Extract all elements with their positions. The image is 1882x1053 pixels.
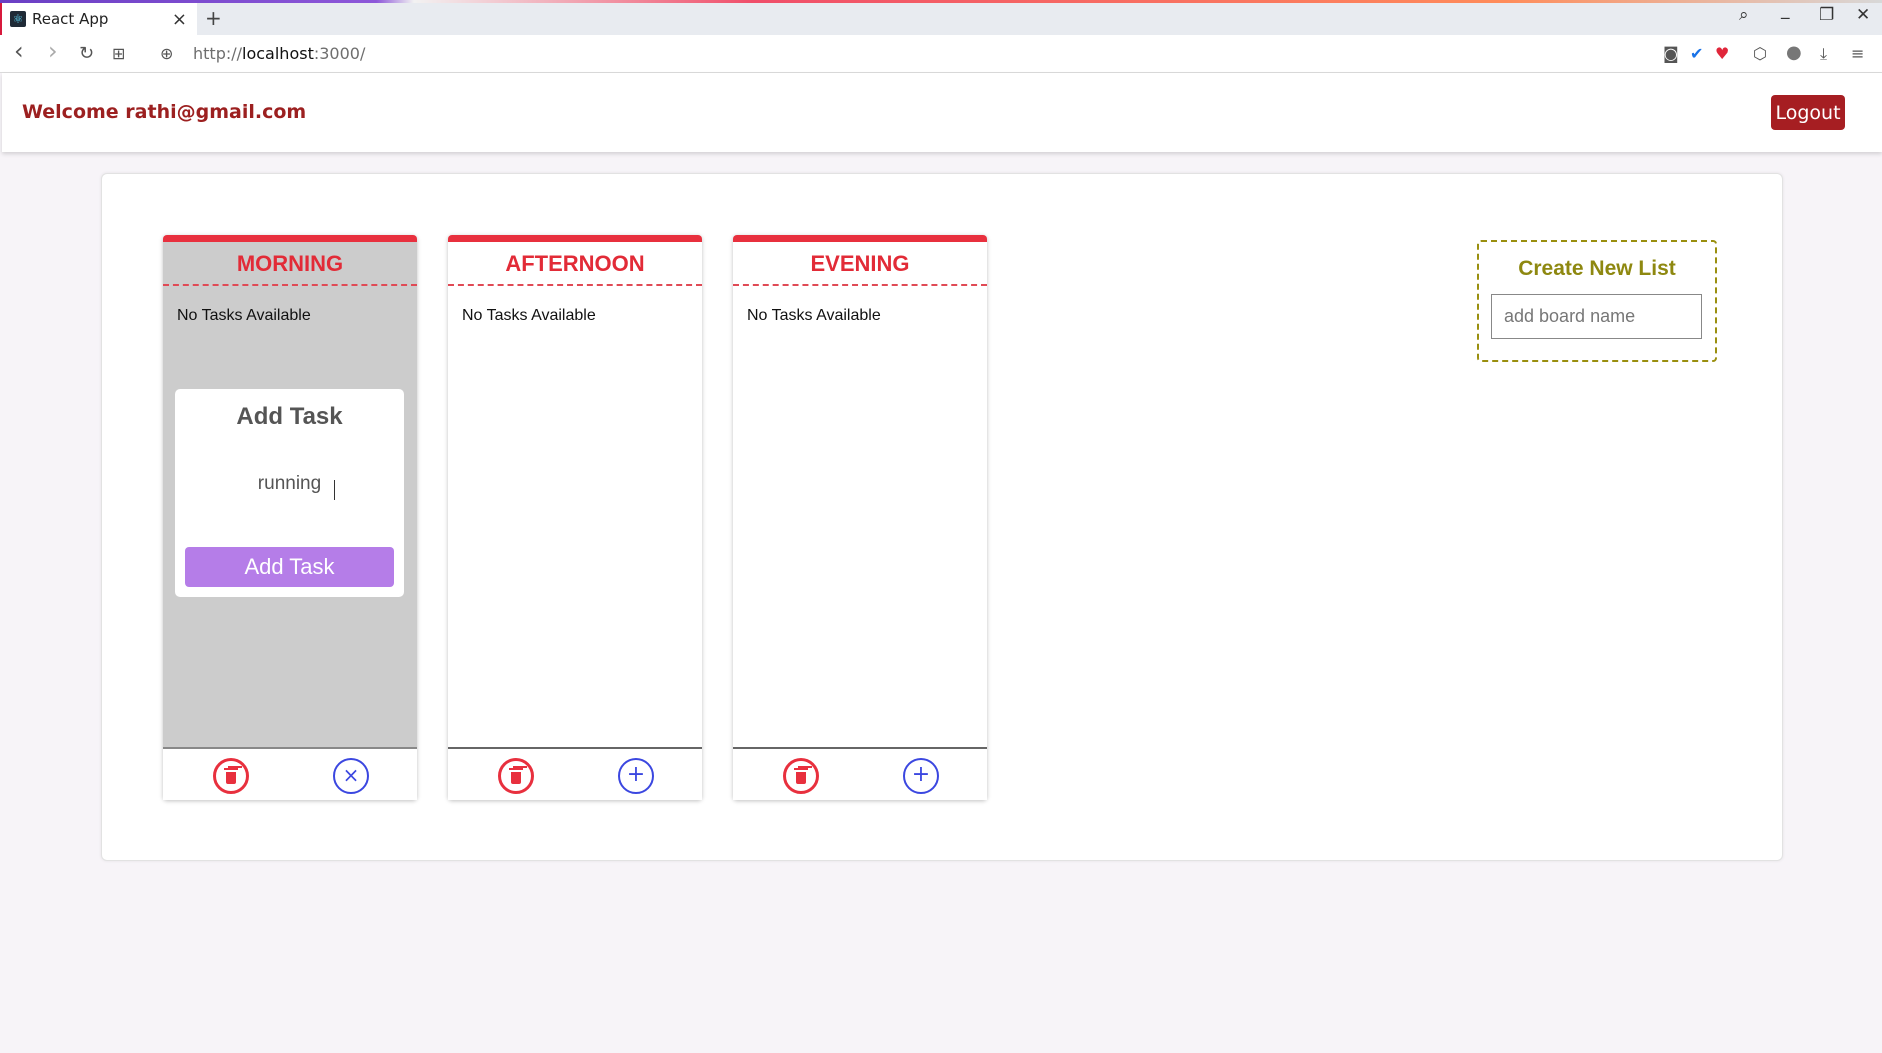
welcome-message: Welcome rathi@gmail.com: [22, 101, 307, 123]
download-icon[interactable]: ⤓: [1820, 44, 1827, 64]
list-morning: MORNING No Tasks Available Add Task Add …: [163, 235, 417, 800]
list-footer: +: [448, 747, 702, 800]
heart-icon[interactable]: ♥: [1715, 44, 1729, 63]
tab-title: React App: [32, 10, 109, 28]
list-footer: ×: [163, 747, 417, 800]
apps-icon[interactable]: ⊞: [112, 44, 125, 63]
create-list-panel: Create New List: [1477, 240, 1717, 362]
list-title: MORNING: [163, 242, 417, 286]
list-afternoon: AFTERNOON No Tasks Available +: [448, 235, 702, 800]
logout-button[interactable]: Logout: [1771, 95, 1845, 130]
plus-icon: +: [911, 762, 931, 787]
close-add-task-button[interactable]: ×: [333, 758, 369, 794]
list-title: AFTERNOON: [448, 242, 702, 286]
restore-icon[interactable]: ❐: [1819, 5, 1834, 25]
list-footer: +: [733, 747, 987, 800]
menu-icon[interactable]: ≡: [1851, 44, 1864, 63]
browser-tab[interactable]: ⚛ React App ×: [0, 3, 197, 35]
forward-icon[interactable]: ›: [48, 37, 58, 65]
site-info-icon[interactable]: ⊕: [160, 44, 173, 63]
app-header: Welcome rathi@gmail.com Logout: [2, 73, 1882, 152]
address-bar: ‹ › ↻ ⊞ ⊕ http://localhost:3000/ ◙ ✔ ♥ ⬡…: [0, 35, 1882, 73]
tab-bar-accent: [0, 0, 1882, 3]
profile-icon[interactable]: ●: [1786, 42, 1802, 63]
list-title: EVENING: [733, 242, 987, 286]
tab-close-icon[interactable]: ×: [172, 9, 187, 30]
delete-list-button[interactable]: [783, 758, 819, 794]
add-task-panel: Add Task Add Task: [175, 389, 404, 597]
delete-list-button[interactable]: [213, 758, 249, 794]
reload-icon[interactable]: ↻: [79, 43, 94, 64]
list-evening: EVENING No Tasks Available +: [733, 235, 987, 800]
new-tab-button[interactable]: +: [205, 6, 222, 30]
add-task-title: Add Task: [236, 403, 343, 430]
url-host: localhost: [242, 44, 314, 63]
board-name-input[interactable]: [1491, 294, 1702, 339]
url-port: :3000/: [313, 44, 366, 63]
plus-icon: +: [626, 762, 646, 787]
cube-icon[interactable]: ⬡: [1753, 44, 1767, 63]
empty-tasks-message: No Tasks Available: [177, 307, 311, 324]
delete-list-button[interactable]: [498, 758, 534, 794]
close-window-icon[interactable]: ✕: [1856, 5, 1870, 25]
browser-tab-bar: ⚛ React App × + ⌕ _ ❐ ✕: [0, 0, 1882, 35]
empty-tasks-message: No Tasks Available: [462, 307, 596, 324]
empty-tasks-message: No Tasks Available: [747, 307, 881, 324]
search-tabs-icon[interactable]: ⌕: [1739, 5, 1749, 25]
add-task-toggle-button[interactable]: +: [618, 758, 654, 794]
url-field[interactable]: http://localhost:3000/: [193, 44, 365, 63]
text-cursor: [334, 480, 335, 500]
board-container: MORNING No Tasks Available Add Task Add …: [101, 173, 1783, 861]
add-task-button[interactable]: Add Task: [185, 547, 394, 587]
react-logo-icon: ⚛: [10, 11, 26, 27]
camera-icon[interactable]: ◙: [1663, 44, 1679, 63]
close-icon: ×: [342, 763, 360, 787]
shield-icon[interactable]: ✔: [1690, 44, 1703, 63]
task-name-input[interactable]: [185, 469, 394, 499]
url-prefix: http://: [193, 44, 243, 63]
minimize-icon[interactable]: _: [1781, 0, 1790, 20]
back-icon[interactable]: ‹: [14, 37, 24, 65]
create-list-title: Create New List: [1518, 257, 1676, 280]
add-task-toggle-button[interactable]: +: [903, 758, 939, 794]
